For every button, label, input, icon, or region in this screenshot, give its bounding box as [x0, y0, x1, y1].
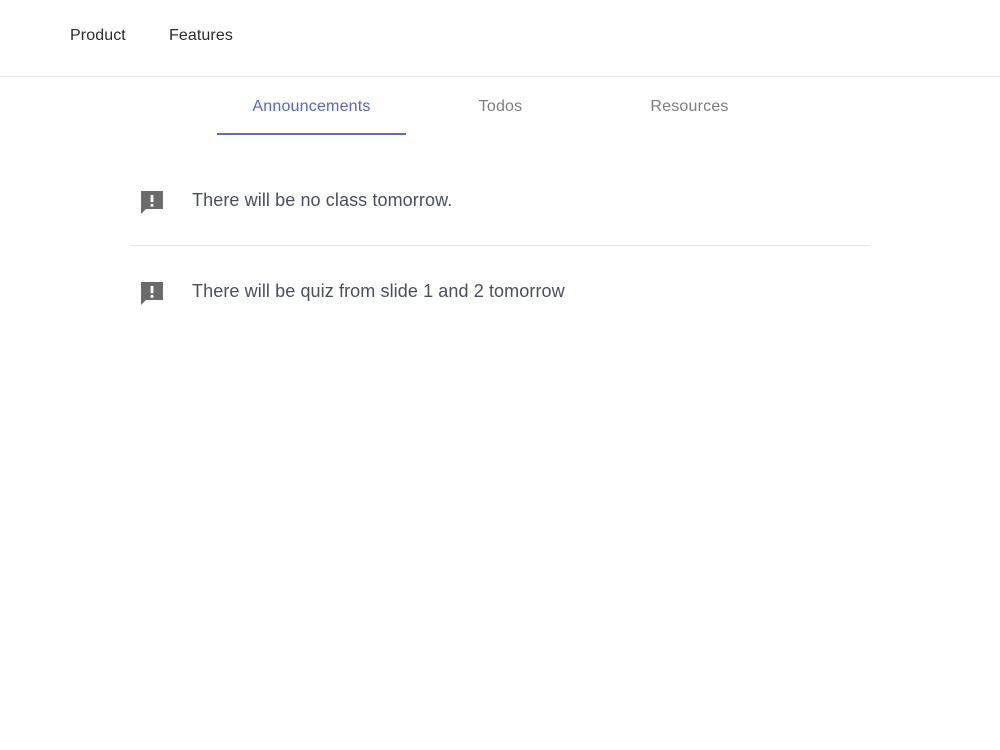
tab-announcements[interactable]: Announcements — [217, 78, 406, 135]
tab-todos-label: Todos — [478, 98, 523, 115]
announcement-item: There will be no class tomorrow. — [131, 150, 870, 245]
active-tab-indicator — [217, 133, 406, 135]
tab-announcements-label: Announcements — [252, 98, 371, 115]
tab-resources[interactable]: Resources — [595, 78, 784, 135]
announcement-list: There will be no class tomorrow. There w… — [131, 150, 870, 341]
nav-link-features[interactable]: Features — [169, 26, 233, 46]
top-navigation-bar: Product Features — [0, 0, 1000, 77]
announcement-item: There will be quiz from slide 1 and 2 to… — [131, 246, 870, 341]
feedback-icon — [141, 282, 163, 305]
section-tabs: Announcements Todos Resources — [217, 78, 784, 135]
feedback-icon — [141, 191, 163, 214]
announcement-text: There will be quiz from slide 1 and 2 to… — [192, 281, 565, 301]
tab-todos[interactable]: Todos — [406, 78, 595, 135]
tab-resources-label: Resources — [650, 98, 729, 115]
nav-link-product[interactable]: Product — [70, 26, 126, 46]
announcement-text: There will be no class tomorrow. — [192, 190, 453, 210]
page: Product Features Announcements Todos Res… — [0, 0, 1000, 750]
